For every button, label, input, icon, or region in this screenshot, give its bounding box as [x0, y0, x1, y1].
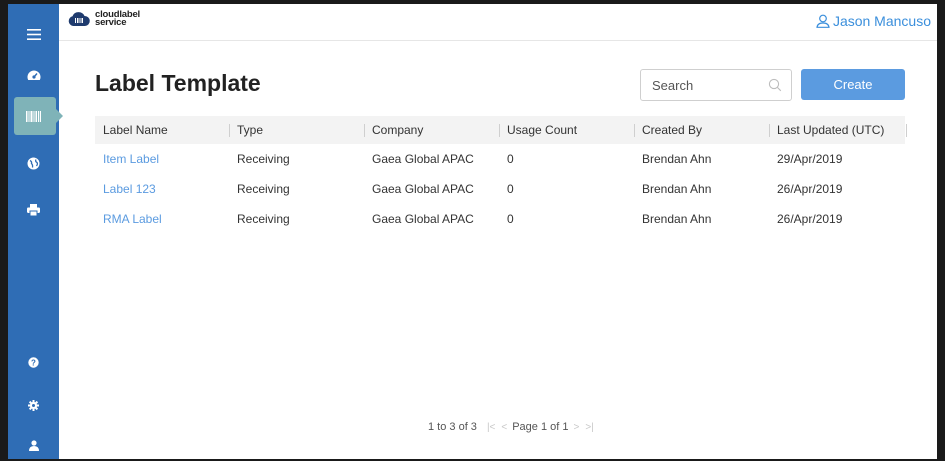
user-menu[interactable]: Jason Mancuso	[816, 13, 931, 29]
table-row: Item Label Receiving Gaea Global APAC 0 …	[95, 144, 905, 174]
user-name: Jason Mancuso	[832, 13, 931, 29]
top-bar: cloudlabel service Jason Mancuso	[59, 4, 937, 41]
column-header-last-updated[interactable]: Last Updated (UTC)	[769, 116, 907, 144]
search-icon[interactable]	[768, 78, 782, 92]
cloud-logo-icon	[68, 12, 90, 26]
sidebar: ?	[8, 4, 63, 459]
user-outline-icon	[816, 14, 830, 28]
table-header: Label Name Type Company Usage Count Crea…	[95, 116, 907, 144]
company-cell: Gaea Global APAC	[372, 212, 474, 226]
next-page-button[interactable]: >	[574, 422, 580, 433]
last-updated-cell: 26/Apr/2019	[777, 182, 843, 196]
sidebar-item-globe[interactable]	[8, 145, 59, 181]
column-header-text: Usage Count	[507, 123, 578, 137]
column-divider	[229, 124, 230, 137]
label-name-link[interactable]: RMA Label	[95, 212, 229, 226]
table-row: Label 123 Receiving Gaea Global APAC 0 B…	[95, 174, 905, 204]
column-header-text: Type	[237, 123, 264, 137]
barcode-icon	[26, 110, 41, 122]
globe-icon	[27, 157, 40, 169]
app-logo[interactable]: cloudlabel service	[68, 10, 140, 28]
table-row: RMA Label Receiving Gaea Global APAC 0 B…	[95, 204, 905, 234]
sidebar-item-settings[interactable]	[8, 387, 59, 423]
column-header-text: Company	[372, 123, 424, 137]
type-cell: Receiving	[237, 182, 290, 196]
created-by-cell: Brendan Ahn	[642, 182, 712, 196]
sidebar-item-printers[interactable]	[8, 192, 59, 228]
sidebar-item-help[interactable]: ?	[8, 344, 59, 380]
pagination: 1 to 3 of 3 |< < Page 1 of 1 > >|	[426, 421, 597, 433]
company-cell: Gaea Global APAC	[372, 152, 474, 166]
menu-button[interactable]	[8, 16, 59, 52]
column-divider	[364, 124, 365, 137]
column-header-text: Label Name	[103, 123, 168, 137]
column-header-text: Created By	[642, 123, 703, 137]
logo-line-2: service	[95, 17, 127, 28]
sidebar-item-dashboard[interactable]	[8, 58, 59, 94]
previous-page-button[interactable]: <	[501, 422, 507, 433]
create-button[interactable]: Create	[801, 69, 905, 100]
first-page-button[interactable]: |<	[487, 422, 495, 433]
question-icon: ?	[28, 356, 39, 368]
company-cell: Gaea Global APAC	[372, 182, 474, 196]
usage-count-cell: 0	[507, 182, 514, 196]
column-header-company[interactable]: Company	[364, 116, 499, 144]
type-cell: Receiving	[237, 152, 290, 166]
column-header-created-by[interactable]: Created By	[634, 116, 769, 144]
gear-icon	[28, 399, 39, 411]
page-indicator: Page 1 of 1	[512, 421, 569, 433]
column-header-label-name[interactable]: Label Name	[95, 116, 229, 144]
type-cell: Receiving	[237, 212, 290, 226]
column-header-type[interactable]: Type	[229, 116, 364, 144]
page-title: Label Template	[95, 70, 261, 96]
sidebar-item-account[interactable]	[8, 427, 59, 459]
hamburger-icon	[26, 28, 41, 40]
usage-count-cell: 0	[507, 152, 514, 166]
created-by-cell: Brendan Ahn	[642, 212, 712, 226]
column-header-text: Last Updated (UTC)	[777, 123, 885, 137]
created-by-cell: Brendan Ahn	[642, 152, 712, 166]
printer-icon	[27, 204, 40, 216]
column-divider	[634, 124, 635, 137]
column-divider	[769, 124, 770, 137]
sidebar-item-label-templates[interactable]	[8, 98, 59, 134]
column-header-usage-count[interactable]: Usage Count	[499, 116, 634, 144]
last-updated-cell: 26/Apr/2019	[777, 212, 843, 226]
column-divider	[499, 124, 500, 137]
svg-text:?: ?	[31, 358, 36, 367]
column-divider	[906, 124, 907, 137]
label-name-link[interactable]: Item Label	[95, 152, 229, 166]
record-range: 1 to 3 of 3	[428, 421, 477, 433]
last-updated-cell: 29/Apr/2019	[777, 152, 843, 166]
label-template-table: Label Name Type Company Usage Count Crea…	[95, 116, 907, 234]
search-input[interactable]	[650, 77, 764, 94]
search-box	[640, 69, 792, 101]
app-window: ? cloudlabel service Jason Mancuso Label…	[8, 4, 937, 459]
user-icon	[28, 439, 39, 451]
usage-count-cell: 0	[507, 212, 514, 226]
label-name-link[interactable]: Label 123	[95, 182, 229, 196]
last-page-button[interactable]: >|	[585, 422, 593, 433]
dashboard-gauge-icon	[26, 69, 41, 80]
